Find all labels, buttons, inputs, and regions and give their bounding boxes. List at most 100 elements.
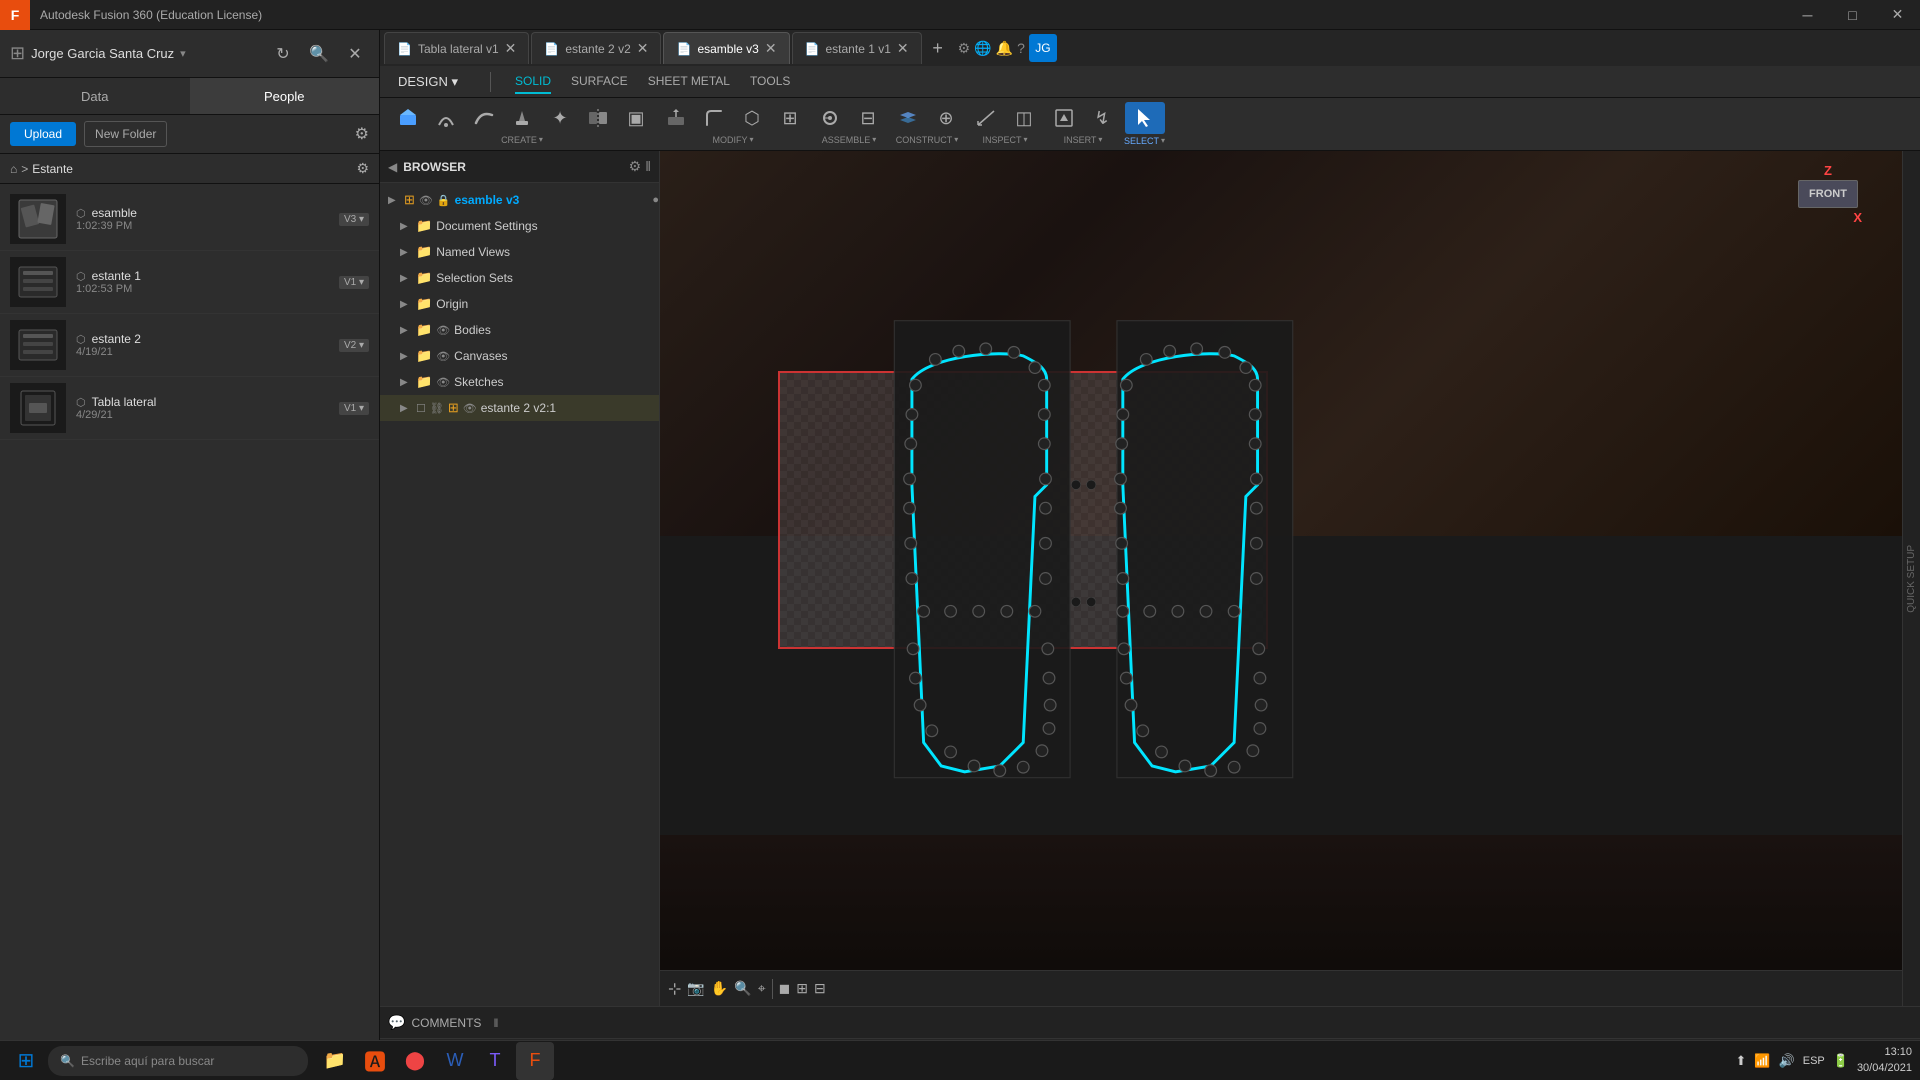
create-revolve-button[interactable] <box>428 103 464 133</box>
list-item[interactable]: ⬡ esamble 1:02:39 PM V3 ▾ <box>0 188 379 251</box>
camera-icon[interactable]: 📷 <box>687 980 704 997</box>
doc-tab-1[interactable]: 📄 Tabla lateral v1 ✕ <box>384 32 529 64</box>
taskbar-app-fusion[interactable]: F <box>516 1042 554 1080</box>
zoom-icon[interactable]: 🔍 <box>734 980 751 997</box>
doc-tab-4[interactable]: 📄 estante 1 v1 ✕ <box>792 32 922 64</box>
pan-icon[interactable]: ✋ <box>711 980 728 997</box>
viewport[interactable]: Z FRONT X ⊹ 📷 ✋ 🔍 ⌖ ◼ ⊞ ⊟ <box>660 151 1902 1006</box>
taskbar-search[interactable]: 🔍 Escribe aquí para buscar <box>48 1046 308 1076</box>
user-name[interactable]: Jorge Garcia Santa Cruz <box>31 46 174 61</box>
inspect-measure-button[interactable] <box>968 103 1004 133</box>
new-tab-button[interactable]: + <box>924 34 952 62</box>
list-item[interactable]: ⬡ estante 2 4/19/21 V2 ▾ <box>0 314 379 377</box>
visibility-icon[interactable]: 👁 <box>436 350 450 363</box>
folder-settings-icon[interactable]: ⚙ <box>356 160 369 177</box>
browser-root-item[interactable]: ▶ ⊞ 👁 🔒 esamble v3 ● <box>380 187 659 213</box>
taskbar-app-autocad[interactable]: 🅰 <box>356 1042 394 1080</box>
tab-close-icon[interactable]: ✕ <box>505 40 517 57</box>
assemble-rigid-group-button[interactable]: ⊟ <box>850 103 886 133</box>
tab-close-icon[interactable]: ✕ <box>765 40 777 57</box>
modify-press-pull-button[interactable] <box>658 103 694 133</box>
browser-settings-icon[interactable]: ⚙ <box>629 158 642 175</box>
account-icon[interactable]: JG <box>1029 34 1057 62</box>
create-extrude-button[interactable] <box>390 103 426 133</box>
notification-icon[interactable]: 🔔 <box>996 40 1013 57</box>
list-item[interactable]: ⬡ Tabla lateral 4/29/21 V1 ▾ <box>0 377 379 440</box>
create-mirror-button[interactable] <box>580 103 616 133</box>
view-cube[interactable]: Z FRONT X <box>1794 163 1862 231</box>
tree-item-selection-sets[interactable]: ▶ 📁 Selection Sets <box>380 265 659 291</box>
panel-settings-icon[interactable]: ⚙ <box>355 124 369 144</box>
create-pattern-button[interactable]: ✦ <box>542 103 578 133</box>
tree-item-canvases[interactable]: ▶ 📁 👁 Canvases <box>380 343 659 369</box>
insert-derived-button[interactable] <box>1046 103 1082 133</box>
tab-data[interactable]: Data <box>0 78 190 114</box>
insert-arrow[interactable]: ▾ <box>1098 135 1102 144</box>
modify-more-button[interactable]: ⊞ <box>772 103 808 133</box>
assemble-joint-button[interactable] <box>812 103 848 133</box>
tree-item-estante2[interactable]: ▶ ☐ ⛓ ⊞ 👁 estante 2 v2:1 <box>380 395 659 421</box>
create-loft-button[interactable] <box>504 103 540 133</box>
construct-arrow[interactable]: ▾ <box>954 135 958 144</box>
modify-shell-button[interactable]: ⬡ <box>734 103 770 133</box>
insert-more-button[interactable]: ↯ <box>1084 103 1120 133</box>
create-sweep-button[interactable] <box>466 103 502 133</box>
tree-item-origin[interactable]: ▶ 📁 Origin <box>380 291 659 317</box>
upload-button[interactable]: Upload <box>10 122 76 146</box>
modify-arrow[interactable]: ▾ <box>749 135 753 144</box>
snap-controls-icon[interactable]: ⊹ <box>668 979 681 999</box>
select-button[interactable] <box>1125 102 1165 134</box>
online-icon[interactable]: 🌐 <box>974 40 991 57</box>
help-icon[interactable]: ? <box>1017 40 1025 56</box>
browser-collapse-icon[interactable]: ◀ <box>388 160 397 174</box>
select-arrow[interactable]: ▾ <box>1161 136 1165 145</box>
mode-tab-tools[interactable]: TOOLS <box>750 70 790 94</box>
list-item[interactable]: ⬡ estante 1 1:02:53 PM V1 ▾ <box>0 251 379 314</box>
start-button[interactable]: ⊞ <box>8 1043 44 1079</box>
maximize-button[interactable]: □ <box>1830 0 1875 30</box>
create-arrow[interactable]: ▾ <box>539 135 543 144</box>
construct-offset-plane-button[interactable] <box>890 103 926 133</box>
visibility-icon[interactable]: 👁 <box>463 402 477 415</box>
construct-more-button[interactable]: ⊕ <box>928 103 964 133</box>
search-button[interactable]: 🔍 <box>305 40 333 68</box>
tab-settings-icon[interactable]: ⚙ <box>958 40 971 57</box>
env-icon[interactable]: ⊟ <box>814 980 826 997</box>
refresh-button[interactable]: ↻ <box>269 40 297 68</box>
tree-item-doc-settings[interactable]: ▶ 📁 Document Settings <box>380 213 659 239</box>
doc-tab-3[interactable]: 📄 esamble v3 ✕ <box>663 32 789 64</box>
browser-collapse-right-icon[interactable]: ‖ <box>645 158 651 175</box>
tab-close-icon[interactable]: ✕ <box>637 40 649 57</box>
root-visibility-icon[interactable]: 👁 <box>419 194 433 207</box>
minimize-button[interactable]: ─ <box>1785 0 1830 30</box>
home-crumb[interactable]: ⌂ <box>10 162 17 176</box>
close-button[interactable]: ✕ <box>1875 0 1920 30</box>
mode-tab-surface[interactable]: SURFACE <box>571 70 628 94</box>
tree-item-bodies[interactable]: ▶ 📁 👁 Bodies <box>380 317 659 343</box>
tree-item-named-views[interactable]: ▶ 📁 Named Views <box>380 239 659 265</box>
inspect-arrow[interactable]: ▾ <box>1024 135 1028 144</box>
inspect-section-button[interactable]: ◫ <box>1006 103 1042 133</box>
visibility-icon[interactable]: 👁 <box>436 324 450 337</box>
version-badge[interactable]: V1 ▾ <box>339 402 369 415</box>
modify-fillet-button[interactable] <box>696 103 732 133</box>
mode-tab-sheet-metal[interactable]: SHEET METAL <box>648 70 730 94</box>
doc-tab-2[interactable]: 📄 estante 2 v2 ✕ <box>531 32 661 64</box>
fit-icon[interactable]: ⌖ <box>758 980 766 997</box>
design-mode-button[interactable]: DESIGN ▾ <box>390 70 466 94</box>
close-search-button[interactable]: ✕ <box>341 40 369 68</box>
version-badge[interactable]: V3 ▾ <box>339 213 369 226</box>
comments-expand-icon[interactable]: ‖ <box>493 1016 498 1030</box>
taskbar-app-files[interactable]: 📁 <box>316 1042 354 1080</box>
version-badge[interactable]: V1 ▾ <box>339 276 369 289</box>
visibility-icon[interactable]: 👁 <box>436 376 450 389</box>
taskbar-app-word[interactable]: W <box>436 1042 474 1080</box>
cube-front-face[interactable]: FRONT <box>1798 180 1858 208</box>
tree-item-sketches[interactable]: ▶ 📁 👁 Sketches <box>380 369 659 395</box>
new-folder-button[interactable]: New Folder <box>84 121 167 147</box>
display-mode-icon[interactable]: ◼ <box>779 980 791 997</box>
tab-people[interactable]: People <box>190 78 380 114</box>
mode-tab-solid[interactable]: SOLID <box>515 70 551 94</box>
taskbar-app-media[interactable]: ⬤ <box>396 1042 434 1080</box>
grid-icon[interactable]: ⊞ <box>796 980 808 997</box>
